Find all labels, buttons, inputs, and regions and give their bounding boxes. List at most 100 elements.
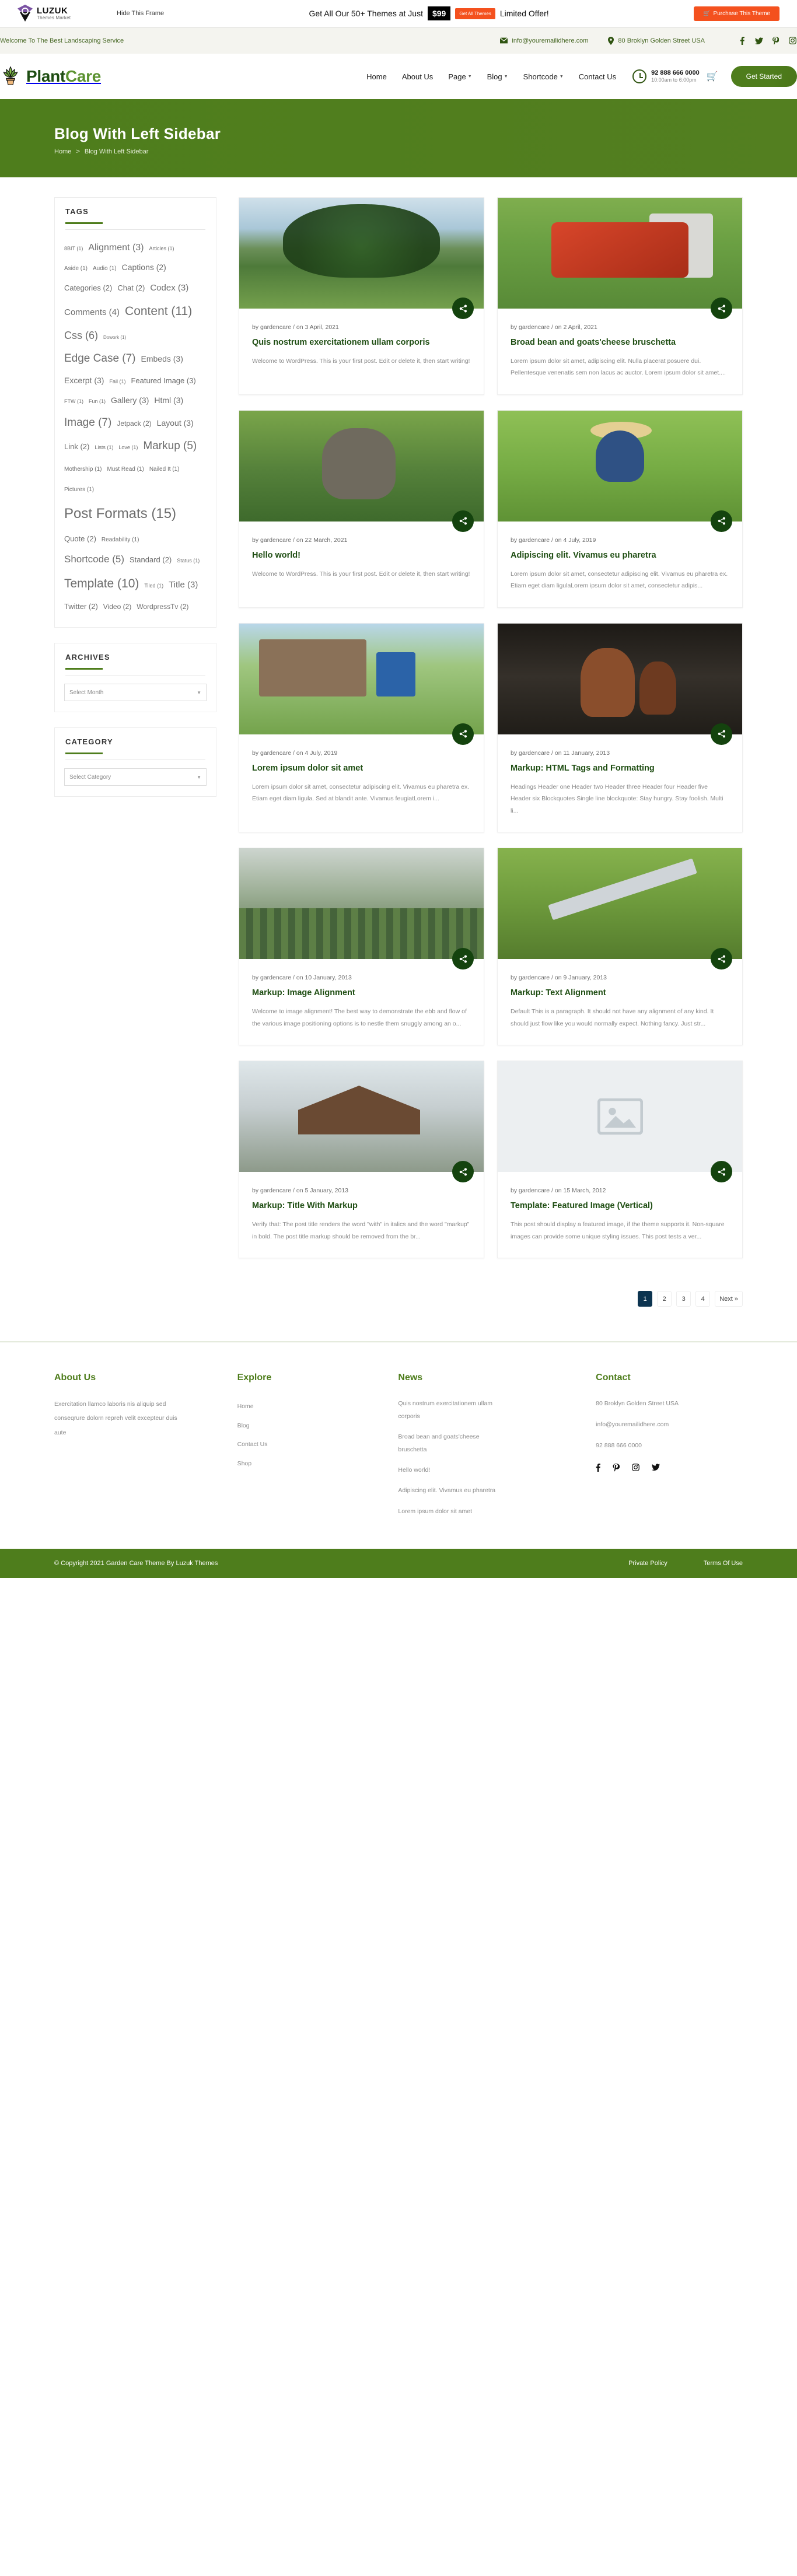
tag-link[interactable]: Captions (2) <box>122 258 166 276</box>
post-title[interactable]: Hello world! <box>252 550 471 562</box>
tag-link[interactable]: Gallery (3) <box>111 391 149 409</box>
tag-link[interactable]: Nailed It (1) <box>149 463 180 476</box>
share-icon[interactable] <box>452 948 474 970</box>
footer-explore-link[interactable]: Blog <box>237 1416 384 1436</box>
post-card[interactable]: by gardencare / on 3 April, 2021 Quis nos… <box>239 197 484 395</box>
tag-link[interactable]: Image (7) <box>64 411 111 435</box>
post-card[interactable]: by gardencare / on 10 January, 2013 Marku… <box>239 848 484 1046</box>
share-icon[interactable] <box>452 510 474 532</box>
nav-item-shortcode[interactable]: Shortcode ▼ <box>523 72 564 81</box>
tag-link[interactable]: Link (2) <box>64 439 89 455</box>
tag-link[interactable]: Excerpt (3) <box>64 372 104 389</box>
footer-news-link[interactable]: Adipiscing elit. Vivamus eu pharetra <box>398 1484 509 1497</box>
shopping-cart-icon[interactable]: 🛒 <box>707 71 718 82</box>
tag-link[interactable]: Html (3) <box>154 391 183 409</box>
tag-link[interactable]: Layout (3) <box>157 414 194 432</box>
tag-link[interactable]: Status (1) <box>177 555 200 566</box>
pagination-page-2[interactable]: 2 <box>657 1291 672 1307</box>
tag-link[interactable]: Content (11) <box>125 298 192 324</box>
tag-link[interactable]: Codex (3) <box>150 279 188 298</box>
tag-link[interactable]: Aside (1) <box>64 262 88 275</box>
footer-explore-link[interactable]: Shop <box>237 1454 384 1474</box>
post-title[interactable]: Markup: Image Alignment <box>252 987 471 999</box>
tag-link[interactable]: Alignment (3) <box>88 238 144 258</box>
footer-news-link[interactable]: Quis nostrum exercitationem ullam corpor… <box>398 1397 509 1423</box>
footer-email[interactable]: info@youremailidhere.com <box>596 1418 743 1431</box>
share-icon[interactable] <box>711 510 732 532</box>
post-title[interactable]: Quis nostrum exercitationem ullam corpor… <box>252 337 471 349</box>
tag-link[interactable]: Title (3) <box>169 576 198 594</box>
post-title[interactable]: Broad bean and goats'cheese bruschetta <box>511 337 729 349</box>
tag-link[interactable]: Markup (5) <box>143 435 197 459</box>
hide-this-frame-link[interactable]: Hide This Frame <box>117 10 164 17</box>
tag-link[interactable]: Articles (1) <box>149 243 174 254</box>
get-started-button[interactable]: Get Started <box>730 66 797 87</box>
post-card[interactable]: by gardencare / on 4 July, 2019 Lorem ips… <box>239 622 484 833</box>
share-icon[interactable] <box>452 723 474 745</box>
post-title[interactable]: Lorem ipsum dolor sit amet <box>252 762 471 775</box>
tag-link[interactable]: Audio (1) <box>93 262 117 275</box>
footer-explore-link[interactable]: Home <box>237 1397 384 1416</box>
tag-link[interactable]: Css (6) <box>64 324 98 347</box>
nav-item-about-us[interactable]: About Us <box>402 72 433 81</box>
post-card[interactable]: by gardencare / on 4 July, 2019 Adipiscin… <box>497 410 743 608</box>
tag-link[interactable]: Love (1) <box>118 442 138 453</box>
facebook-icon[interactable] <box>596 1464 601 1474</box>
tag-link[interactable]: Must Read (1) <box>107 463 144 476</box>
tag-link[interactable]: Featured Image (3) <box>131 373 195 389</box>
tag-link[interactable]: Edge Case (7) <box>64 347 136 371</box>
tag-link[interactable]: Chat (2) <box>117 280 145 296</box>
site-logo[interactable]: PlantCare <box>0 65 101 89</box>
pagination-page-4[interactable]: 4 <box>695 1291 711 1307</box>
pagination-page-3[interactable]: 3 <box>676 1291 691 1307</box>
post-title[interactable]: Template: Featured Image (Vertical) <box>511 1200 729 1212</box>
tag-link[interactable]: Standard (2) <box>130 552 172 568</box>
tag-link[interactable]: Mothership (1) <box>64 463 102 476</box>
share-icon[interactable] <box>452 1161 474 1183</box>
share-icon[interactable] <box>711 948 732 970</box>
footer-explore-link[interactable]: Contact Us <box>237 1435 384 1454</box>
tag-link[interactable]: Shortcode (5) <box>64 549 124 570</box>
tag-link[interactable]: Readability (1) <box>102 534 139 547</box>
tag-link[interactable]: FTW (1) <box>64 396 83 407</box>
luzuk-logo[interactable]: LUZUK Themes Market <box>18 5 104 22</box>
post-card[interactable]: by gardencare / on 5 January, 2013 Markup… <box>239 1060 484 1259</box>
footer-news-link[interactable]: Hello world! <box>398 1464 509 1476</box>
tag-link[interactable]: Tiled (1) <box>144 580 163 592</box>
footer-news-link[interactable]: Broad bean and goats'cheese bruschetta <box>398 1430 509 1456</box>
nav-item-home[interactable]: Home <box>366 72 387 81</box>
twitter-icon[interactable] <box>754 36 763 45</box>
topbar-email[interactable]: info@youremailidhere.com <box>500 37 588 44</box>
tag-link[interactable]: Fail (1) <box>109 376 125 387</box>
post-title[interactable]: Markup: Title With Markup <box>252 1200 471 1212</box>
purchase-this-theme-button[interactable]: 🛒 Purchase This Theme <box>694 6 779 21</box>
post-title[interactable]: Adipiscing elit. Vivamus eu pharetra <box>511 550 729 562</box>
nav-item-blog[interactable]: Blog ▼ <box>487 72 508 81</box>
instagram-icon[interactable] <box>632 1464 640 1474</box>
tag-link[interactable]: Template (10) <box>64 570 139 597</box>
tag-link[interactable]: Quote (2) <box>64 531 96 547</box>
share-icon[interactable] <box>452 298 474 319</box>
share-icon[interactable] <box>711 1161 732 1183</box>
tag-link[interactable]: Twitter (2) <box>64 598 98 615</box>
post-card[interactable]: by gardencare / on 11 January, 2013 Marku… <box>497 622 743 833</box>
tag-link[interactable]: Categories (2) <box>64 280 112 296</box>
tag-link[interactable]: Lists (1) <box>95 442 113 453</box>
footer-news-link[interactable]: Lorem ipsum dolor sit amet <box>398 1505 509 1518</box>
terms-of-use-link[interactable]: Terms Of Use <box>704 1560 743 1567</box>
tag-link[interactable]: Fun (1) <box>89 396 106 407</box>
post-title[interactable]: Markup: HTML Tags and Formatting <box>511 762 729 775</box>
post-card[interactable]: by gardencare / on 15 March, 2012 Templat… <box>497 1060 743 1259</box>
pagination-page-1[interactable]: 1 <box>638 1291 653 1307</box>
tag-link[interactable]: Jetpack (2) <box>117 416 151 432</box>
get-all-themes-button[interactable]: Get All Themes <box>455 8 495 19</box>
facebook-icon[interactable] <box>737 36 746 45</box>
pinterest-icon[interactable] <box>613 1464 620 1474</box>
private-policy-link[interactable]: Private Policy <box>628 1560 667 1567</box>
post-card[interactable]: by gardencare / on 9 January, 2013 Markup… <box>497 848 743 1046</box>
tag-link[interactable]: Embeds (3) <box>141 350 183 368</box>
tag-link[interactable]: Pictures (1) <box>64 484 94 496</box>
tag-link[interactable]: 8BIT (1) <box>64 243 83 254</box>
post-title[interactable]: Markup: Text Alignment <box>511 987 729 999</box>
post-card[interactable]: by gardencare / on 2 April, 2021 Broad be… <box>497 197 743 395</box>
